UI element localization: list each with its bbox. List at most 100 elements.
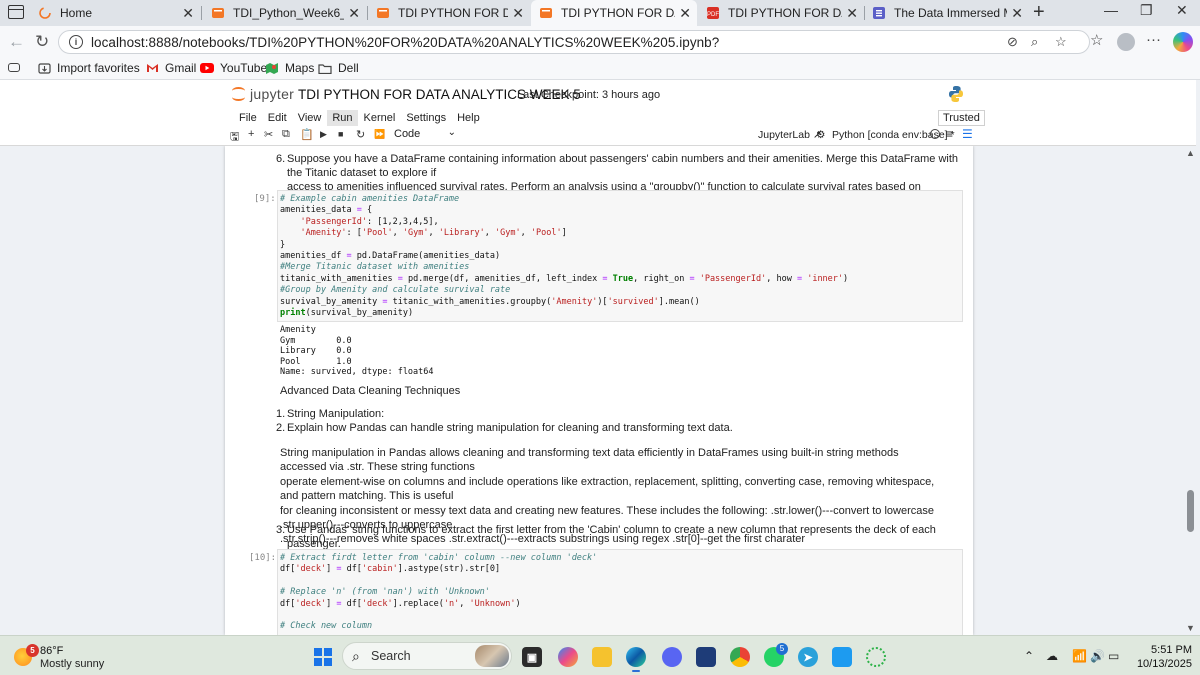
twitter-icon[interactable] [832,647,852,667]
notebook-scroll-area[interactable]: 6. Suppose you have a DataFrame containi… [0,146,1196,635]
cut-icon[interactable]: ✂ [264,128,273,141]
menu-kernel[interactable]: Kernel [359,110,401,126]
loading-app-icon[interactable] [866,647,886,667]
scrollbar-thumb[interactable] [1187,490,1194,532]
telegram-icon[interactable]: ➤ [798,647,818,667]
cell-type-select[interactable]: Code ⌄ [394,127,456,140]
paste-icon[interactable]: 📋 [300,128,314,141]
wifi-icon[interactable]: 📶 [1072,649,1087,663]
menu-settings[interactable]: Settings [401,110,451,126]
close-tab-icon[interactable]: ✕ [182,5,194,22]
tab-tdi-python-pdf[interactable]: PDF TDI PYTHON FOR DATA ANA ✕ [698,0,864,26]
workspaces-icon[interactable] [8,5,24,19]
new-tab-icon[interactable]: + [1033,1,1045,24]
more-options-icon[interactable]: ··· [1146,31,1161,48]
battery-icon[interactable]: ▭ [1108,649,1119,663]
profile-avatar[interactable] [1117,33,1135,51]
favorite-star-icon[interactable]: ☆ [1055,34,1067,50]
tab-title: TDI PYTHON FOR DATA ANA [728,6,842,20]
back-icon[interactable]: ← [8,32,25,52]
copilot-taskbar-icon[interactable] [558,647,578,667]
restart-kernel-icon[interactable]: ↻ [356,128,365,141]
url-text[interactable]: localhost:8888/notebooks/TDI%20PYTHON%20… [91,35,719,50]
site-info-icon[interactable]: i [69,35,83,49]
zoom-icon[interactable]: ⌕ [1031,34,1038,50]
collections-icon[interactable] [8,63,20,72]
checkpoint-status: Last Checkpoint: 3 hours ago [517,89,661,101]
tab-tdi-python-1[interactable]: TDI PYTHON FOR DATA ANA ✕ [368,0,530,26]
menu-view[interactable]: View [293,110,327,126]
menu-edit[interactable]: Edit [263,110,292,126]
jupyterlab-link[interactable]: JupyterLab ↗ [758,129,822,141]
close-tab-icon[interactable]: ✕ [1011,5,1023,22]
code-cell-10[interactable]: # Extract firdt letter from 'cabin' colu… [277,549,963,635]
close-tab-icon[interactable]: ✕ [679,5,691,22]
url-bar[interactable]: i localhost:8888/notebooks/TDI%20PYTHON%… [58,30,1090,54]
cell-prompt: [10]: [249,553,277,563]
save-icon[interactable]: 🖫 [230,128,239,147]
menu-lines-icon[interactable]: ≡ [946,127,953,141]
task-view-icon[interactable]: ▣ [522,647,542,667]
chrome-icon[interactable] [730,647,750,667]
discord-icon[interactable] [662,647,682,667]
stop-icon[interactable]: ■ [338,129,343,139]
weather-widget[interactable]: 5 86°F Mostly sunny [10,643,130,671]
restore-icon[interactable]: ❐ [1140,2,1153,19]
favorite-import[interactable]: Import favorites [38,61,140,75]
cell-9-output: Amenity Gym 0.0 Library 0.0 Pool 1.0 Name: s… [280,325,434,378]
scroll-down-icon[interactable]: ▼ [1186,623,1195,633]
notebook-page: 6. Suppose you have a DataFrame containi… [225,146,973,635]
list-item-explain: 2. Explain how Pandas can handle string m… [276,422,733,434]
favorite-label: Dell [338,61,359,75]
onedrive-icon[interactable]: ☁ [1046,649,1058,663]
tab-week6-eda[interactable]: TDI_Python_Week6_EDA (1) ✕ [203,0,366,26]
youtube-icon [200,63,214,73]
tab-title: TDI PYTHON FOR DATA ANA [561,6,675,20]
favorites-list-icon[interactable]: ☆ [1090,31,1103,49]
favorite-dell[interactable]: Dell [318,61,359,75]
volume-icon[interactable]: 🔊 [1090,649,1105,663]
tab-home[interactable]: Home ✕ [30,0,200,26]
close-tab-icon[interactable]: ✕ [348,5,360,22]
copilot-icon[interactable] [1173,32,1193,52]
gear-icon[interactable]: ⚙ [816,129,825,141]
jupyter-logo-icon [232,86,246,102]
windows-start-icon[interactable] [314,648,332,666]
close-window-icon[interactable]: ✕ [1176,2,1188,19]
microsoft-store-icon[interactable] [696,647,716,667]
favorite-gmail[interactable]: Gmail [146,61,196,75]
menu-help[interactable]: Help [452,110,485,126]
kernel-status-icon [930,129,940,139]
no-tracking-icon[interactable]: ⊘ [1007,34,1018,50]
code-cell-9[interactable]: # Example cabin amenities DataFrame amen… [277,190,963,322]
copy-icon[interactable]: ⧉ [282,128,290,141]
close-tab-icon[interactable]: ✕ [512,5,524,22]
insert-cell-icon[interactable]: + [248,128,254,140]
favorite-youtube[interactable]: YouTube [200,61,267,75]
scroll-up-icon[interactable]: ▲ [1186,148,1195,158]
restart-run-all-icon[interactable]: ⏩ [374,129,385,140]
taskbar-search[interactable]: ⌕ Search [342,642,512,670]
run-icon[interactable]: ▶ [320,129,327,140]
menu-run[interactable]: Run [327,110,358,126]
tab-data-immersed[interactable]: The Data Immersed Main Su ✕ [864,0,1029,26]
show-hidden-icons-icon[interactable]: ⌃ [1024,649,1034,663]
toc-icon[interactable]: ☰ [962,127,973,141]
edge-browser-icon[interactable] [626,647,646,672]
notebook-scrollbar[interactable]: ▲ ▼ [1185,146,1196,635]
favorite-label: YouTube [220,61,268,75]
minimize-icon[interactable]: — [1104,2,1118,18]
weather-badge: 5 [26,644,39,657]
file-explorer-icon[interactable] [592,647,612,667]
favorite-maps[interactable]: Maps [265,61,314,75]
menu-file[interactable]: File [234,110,262,126]
tab-tdi-python-active[interactable]: TDI PYTHON FOR DATA ANA ✕ [531,0,697,26]
refresh-icon[interactable]: ↻ [35,32,49,52]
system-clock[interactable]: 5:51 PM 10/13/2025 [1136,643,1192,671]
trusted-indicator[interactable]: Trusted [938,110,985,126]
maps-icon [265,62,279,75]
favorite-label: Import favorites [57,61,140,75]
close-tab-icon[interactable]: ✕ [846,5,858,22]
tab-title: TDI_Python_Week6_EDA (1) [233,6,344,20]
jupyter-logo[interactable]: jupyter [232,86,294,102]
